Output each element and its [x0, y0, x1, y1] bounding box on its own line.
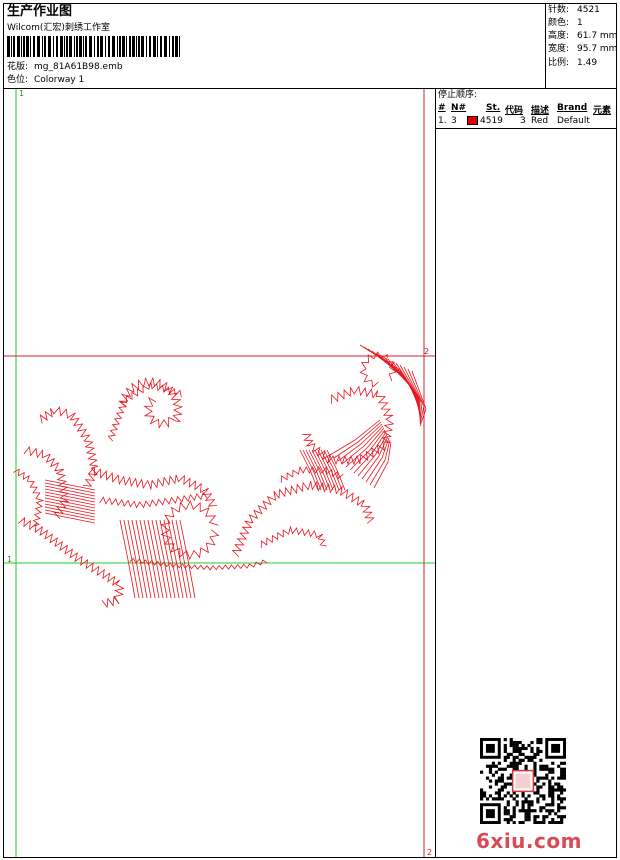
stitch-fill-left: [44, 512, 96, 524]
stitch-baseline: [129, 557, 268, 571]
stitch-fill-center: [135, 519, 152, 599]
stitch-fill-left: [44, 509, 96, 521]
stitch-scroll-lower-right-2: [260, 525, 327, 548]
guide-label-left-mid: 1: [7, 555, 13, 564]
qr-code: [480, 738, 566, 824]
guide-label-top-left: 1: [19, 89, 25, 98]
stitch-spiral-top: [118, 376, 184, 429]
stitch-fill-center: [159, 519, 176, 599]
watermark-text: 6xiu.com: [476, 829, 582, 853]
stitch-fill-center: [147, 519, 164, 599]
stitch-fill-center: [127, 519, 144, 599]
stitch-fill-center: [151, 519, 168, 599]
guide-label-bottom-right: 2: [427, 848, 433, 857]
stitch-fill-left: [44, 491, 96, 503]
stitch-fill-right-top: [367, 348, 421, 405]
stitch-fill-center: [167, 519, 184, 599]
stitch-spiral-right: [359, 351, 397, 388]
stitch-fill-right-top: [359, 344, 421, 401]
stitch-fill-left: [44, 497, 96, 509]
stitch-fill-left: [44, 500, 96, 512]
stitch-fill-center: [179, 519, 196, 599]
stitch-fill-right-top: [371, 350, 421, 407]
stitch-fill-center: [175, 519, 192, 599]
stitch-fill-left: [44, 506, 96, 518]
stitch-fill-center: [131, 519, 148, 599]
stitch-fill-right-mid: [361, 435, 389, 480]
guide-label-right-mid: 2: [424, 347, 430, 356]
stitch-fill-center: [139, 519, 156, 599]
stitch-fill-left: [44, 488, 96, 500]
stitch-fill-center: [163, 519, 180, 599]
stitch-fill-left: [44, 482, 96, 494]
stitch-fill-left: [44, 503, 96, 515]
stitch-fill-center: [143, 519, 160, 599]
stitch-leaf-left-4: [13, 468, 45, 527]
stitch-fill-left: [44, 494, 96, 506]
embroidery-drawing: [4, 89, 435, 857]
stitch-fill-scroll: [326, 449, 346, 491]
stitch-leaf-left-1: [39, 406, 99, 487]
stitch-fill-center: [155, 519, 172, 599]
stitch-fill-center: [123, 519, 140, 599]
stitch-scroll-lower-right: [231, 480, 375, 557]
stitch-fill-center: [171, 519, 188, 599]
stitch-stem-center-2: [99, 492, 208, 509]
stitch-fill-left: [44, 485, 96, 497]
